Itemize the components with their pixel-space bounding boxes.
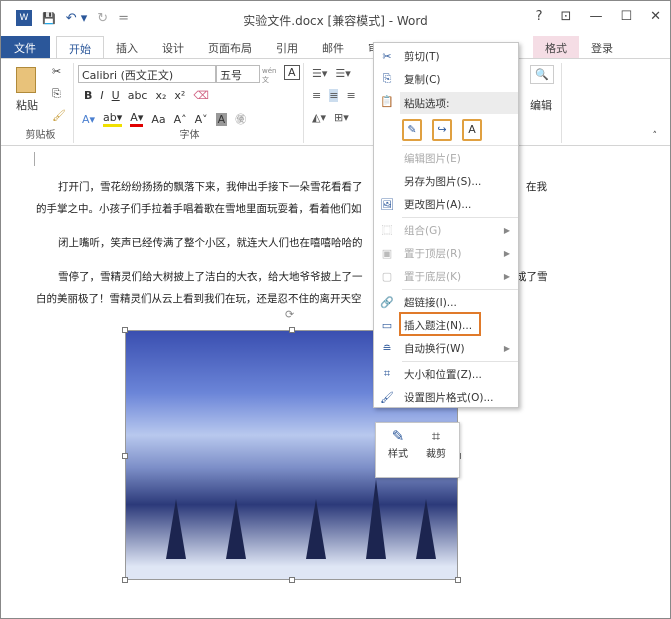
window-frame: [0, 0, 671, 619]
